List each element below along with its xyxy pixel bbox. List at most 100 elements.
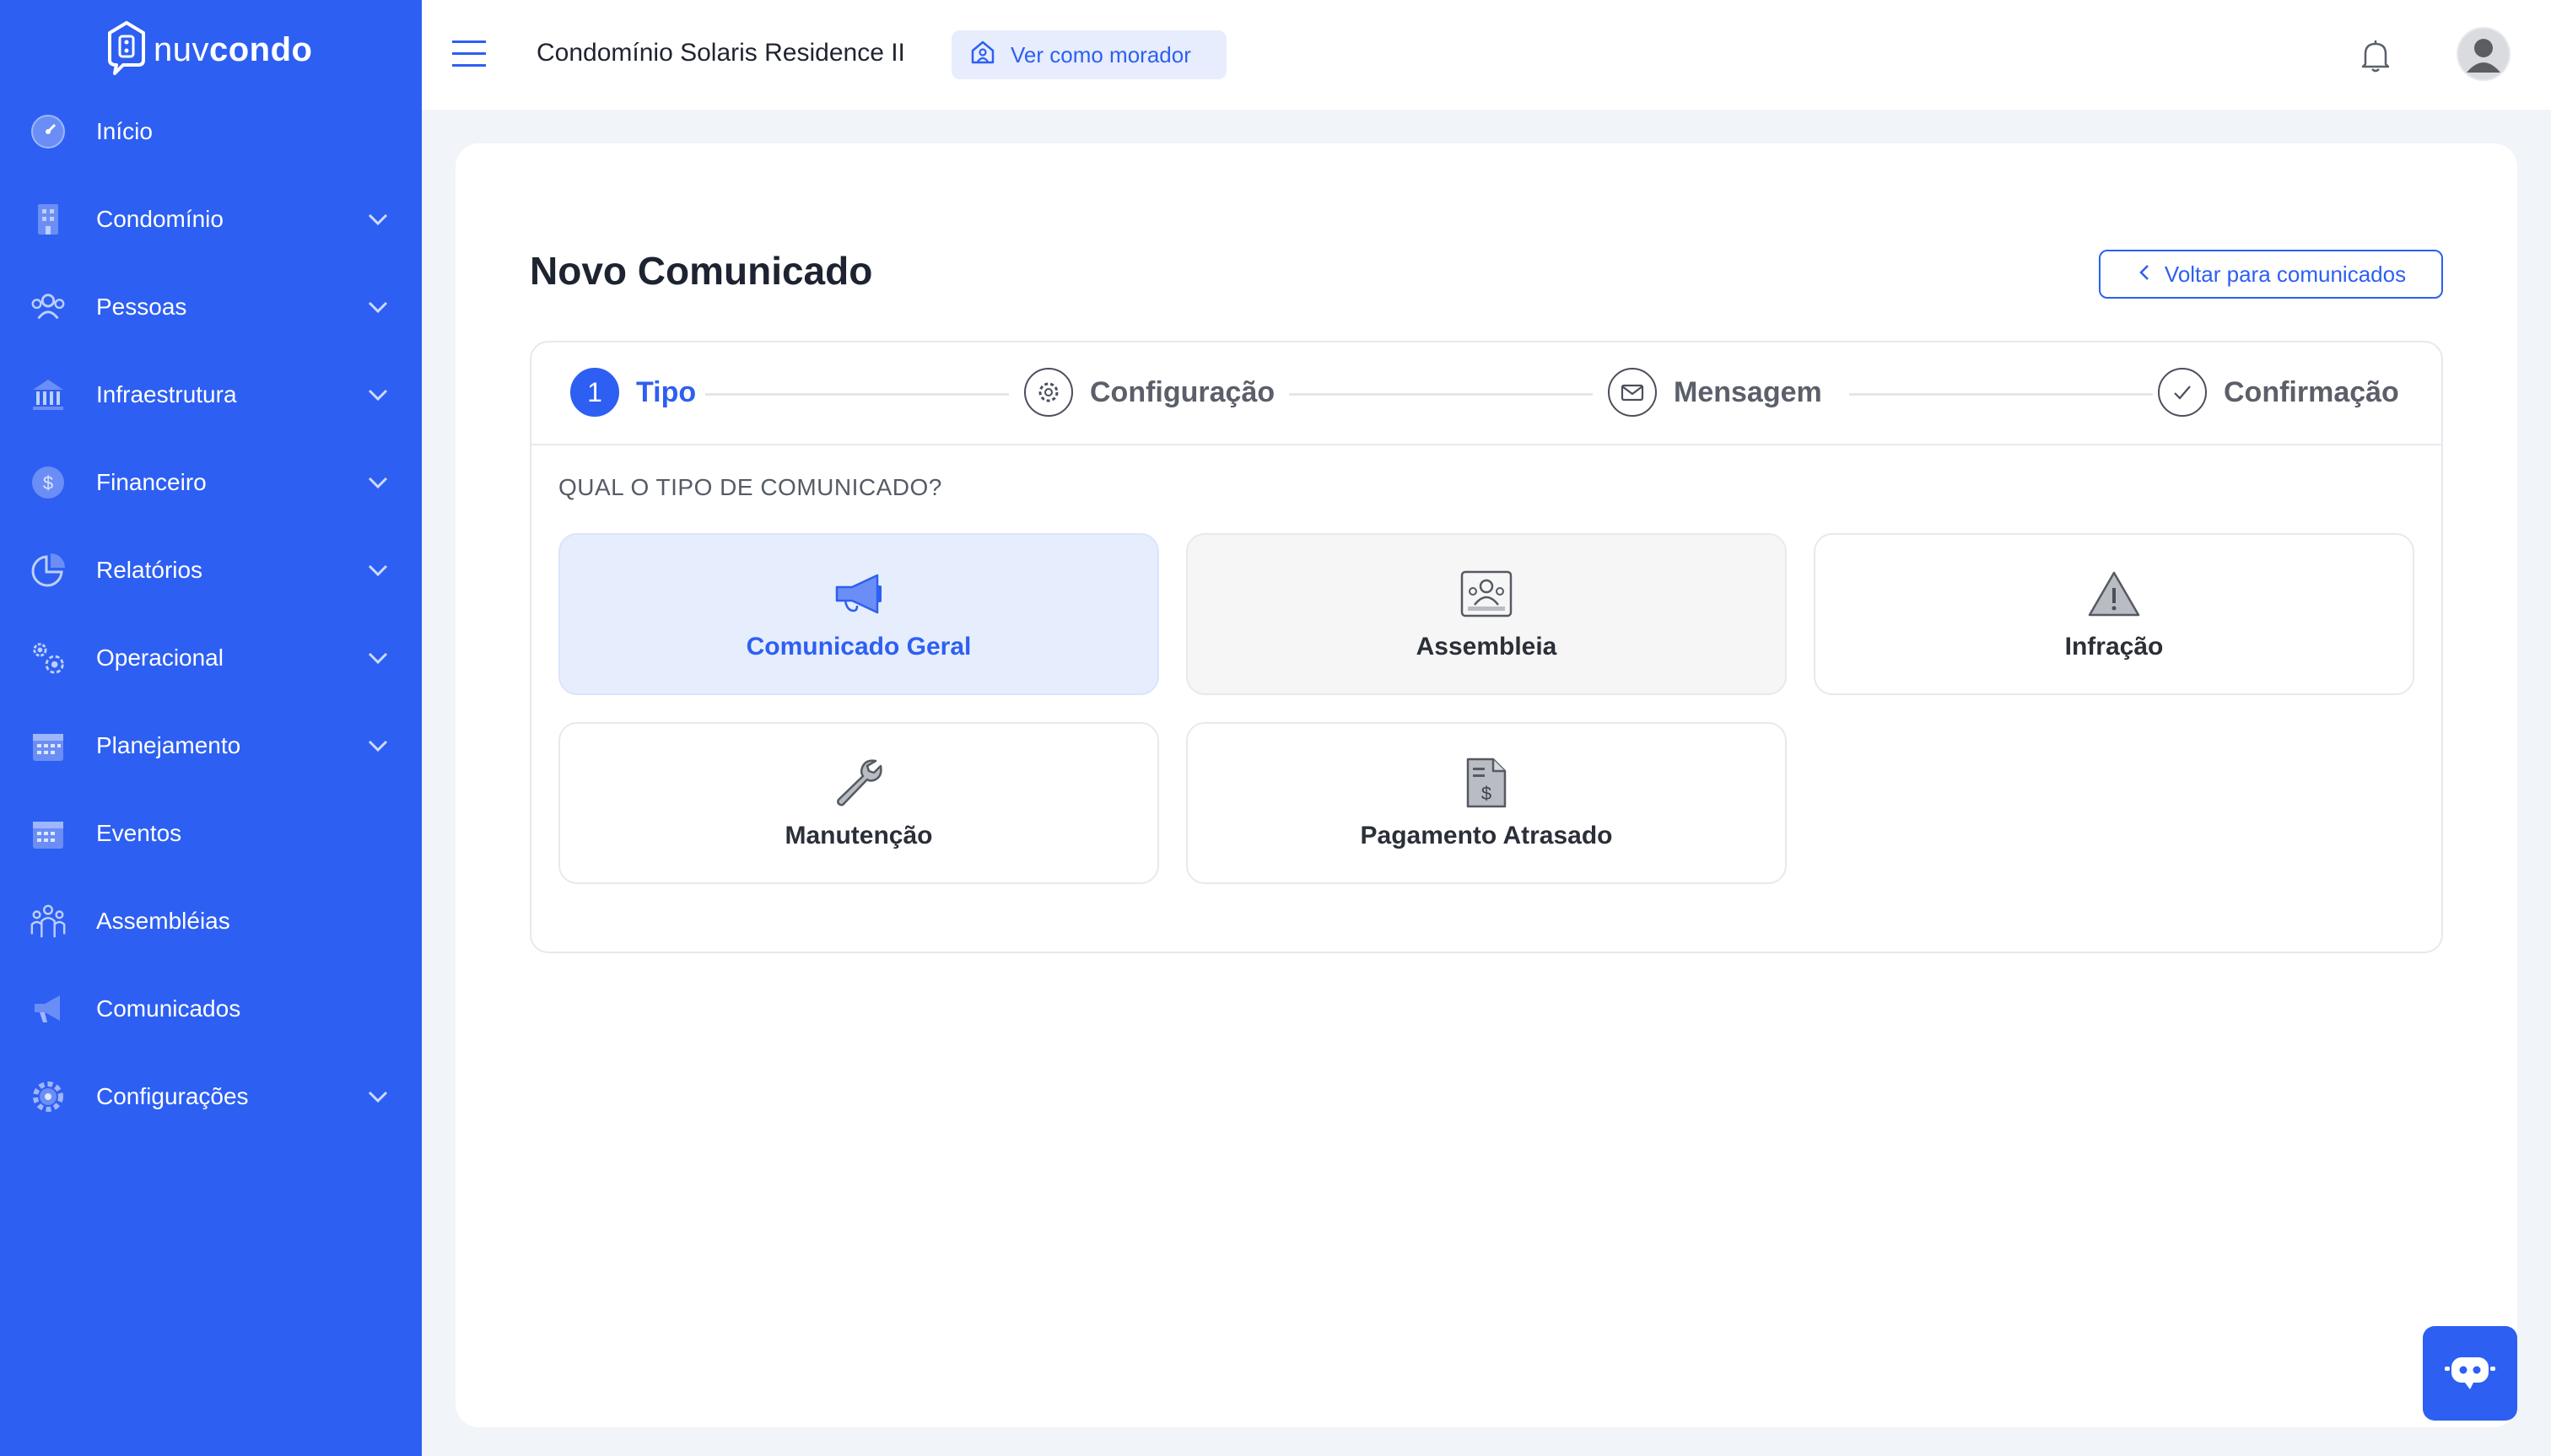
step-connector bbox=[705, 393, 1009, 396]
chevron-down-icon[interactable] bbox=[363, 467, 393, 498]
main-card: Novo Comunicado Voltar para comunicados … bbox=[456, 143, 2517, 1427]
avatar[interactable] bbox=[2457, 27, 2511, 81]
chevron-down-icon[interactable] bbox=[363, 731, 393, 761]
sidebar: nuvcondo Início Condomínio Pessoas Infra… bbox=[0, 0, 422, 1456]
chatbot-button[interactable] bbox=[2423, 1326, 2517, 1421]
building-icon bbox=[29, 200, 67, 239]
step-label: Tipo bbox=[636, 375, 697, 408]
step-connector bbox=[1289, 393, 1593, 396]
option-label: Pagamento Atrasado bbox=[1360, 822, 1613, 849]
sidebar-item-infraestrutura[interactable]: Infraestrutura bbox=[0, 351, 422, 439]
sidebar-item-label: Eventos bbox=[96, 820, 182, 846]
svg-text:$: $ bbox=[43, 472, 53, 493]
option-infracao[interactable]: Infração bbox=[1814, 533, 2414, 695]
option-comunicado-geral[interactable]: Comunicado Geral bbox=[558, 533, 1159, 695]
view-as-resident-label: Ver como morador bbox=[1011, 41, 1191, 67]
page-title: Novo Comunicado bbox=[530, 249, 873, 293]
chevron-down-icon[interactable] bbox=[363, 555, 393, 585]
sidebar-item-assembleias[interactable]: Assembléias bbox=[0, 877, 422, 965]
wizard-steps: 1 Tipo Configuração Mensagem Confirmação bbox=[531, 342, 2441, 445]
step-mensagem[interactable]: Mensagem bbox=[1608, 368, 1822, 417]
sidebar-item-planejamento[interactable]: Planejamento bbox=[0, 702, 422, 790]
sidebar-item-label: Planejamento bbox=[96, 732, 241, 758]
people-icon bbox=[29, 288, 67, 326]
option-label: Comunicado Geral bbox=[746, 633, 972, 661]
chevron-down-icon[interactable] bbox=[363, 204, 393, 235]
logo-suffix: condo bbox=[209, 30, 313, 68]
step-label: Configuração bbox=[1090, 375, 1276, 408]
sidebar-item-label: Financeiro bbox=[96, 469, 207, 495]
warning-icon bbox=[2087, 567, 2141, 621]
assembly-icon bbox=[29, 902, 67, 941]
calendar-grid-icon bbox=[29, 814, 67, 853]
megaphone-icon bbox=[29, 990, 67, 1028]
step-confirmacao[interactable]: Confirmação bbox=[2158, 368, 2399, 417]
svg-text:$: $ bbox=[1481, 783, 1491, 804]
back-to-announcements-button[interactable]: Voltar para comunicados bbox=[2099, 250, 2443, 299]
gear-icon bbox=[1024, 368, 1073, 417]
sidebar-item-financeiro[interactable]: $ Financeiro bbox=[0, 439, 422, 526]
sidebar-item-label: Operacional bbox=[96, 644, 224, 671]
sidebar-item-pessoas[interactable]: Pessoas bbox=[0, 263, 422, 351]
menu-icon[interactable] bbox=[450, 35, 488, 73]
gear-icon bbox=[29, 1077, 67, 1116]
home-user-icon bbox=[970, 40, 995, 71]
question-label: QUAL O TIPO DE COMUNICADO? bbox=[558, 474, 942, 500]
gears-icon bbox=[29, 639, 67, 677]
sidebar-item-label: Pessoas bbox=[96, 294, 187, 320]
invoice-icon: $ bbox=[1459, 756, 1513, 810]
check-icon bbox=[2158, 368, 2207, 417]
view-as-resident-button[interactable]: Ver como morador bbox=[952, 30, 1227, 79]
chevron-left-icon bbox=[2136, 262, 2155, 288]
step-number: 1 bbox=[570, 368, 619, 417]
sidebar-item-relatorios[interactable]: Relatórios bbox=[0, 526, 422, 614]
option-label: Manutenção bbox=[785, 822, 933, 849]
option-label: Assembleia bbox=[1416, 633, 1557, 661]
logo-icon bbox=[106, 20, 147, 79]
step-label: Confirmação bbox=[2224, 375, 2399, 408]
step-tipo[interactable]: 1 Tipo bbox=[570, 368, 696, 417]
sidebar-item-label: Infraestrutura bbox=[96, 381, 237, 407]
logo-text: nuvcondo bbox=[154, 31, 312, 69]
sidebar-item-label: Assembléias bbox=[96, 908, 230, 934]
calendar-icon bbox=[29, 726, 67, 765]
brand-logo[interactable]: nuvcondo bbox=[106, 20, 312, 79]
chevron-down-icon[interactable] bbox=[363, 643, 393, 673]
condo-name: Condomínio Solaris Residence II bbox=[537, 39, 905, 67]
topbar: Condomínio Solaris Residence II Ver como… bbox=[422, 0, 2551, 110]
sidebar-item-operacional[interactable]: Operacional bbox=[0, 614, 422, 702]
chevron-down-icon[interactable] bbox=[363, 292, 393, 322]
megaphone-icon bbox=[832, 567, 886, 621]
chevron-down-icon[interactable] bbox=[363, 1081, 393, 1112]
sidebar-item-label: Relatórios bbox=[96, 557, 203, 583]
sidebar-item-comunicados[interactable]: Comunicados bbox=[0, 965, 422, 1053]
step-configuracao[interactable]: Configuração bbox=[1024, 368, 1275, 417]
step-connector bbox=[1849, 393, 2153, 396]
option-manutencao[interactable]: Manutenção bbox=[558, 722, 1159, 884]
sidebar-item-eventos[interactable]: Eventos bbox=[0, 790, 422, 877]
option-pagamento-atrasado[interactable]: $ Pagamento Atrasado bbox=[1186, 722, 1787, 884]
sidebar-item-configuracoes[interactable]: Configurações bbox=[0, 1053, 422, 1141]
sidebar-item-label: Comunicados bbox=[96, 995, 241, 1022]
wrench-icon bbox=[832, 756, 886, 810]
option-assembleia[interactable]: Assembleia bbox=[1186, 533, 1787, 695]
robot-icon bbox=[2443, 1351, 2497, 1397]
dashboard-icon bbox=[29, 112, 67, 151]
sidebar-nav: Início Condomínio Pessoas Infraestrutura… bbox=[0, 88, 422, 1141]
logo-prefix: nuv bbox=[154, 30, 209, 68]
bell-icon[interactable] bbox=[2357, 37, 2394, 74]
dollar-icon: $ bbox=[29, 463, 67, 502]
sidebar-item-condominio[interactable]: Condomínio bbox=[0, 175, 422, 263]
app-window: nuvcondo Início Condomínio Pessoas Infra… bbox=[0, 0, 2551, 1456]
sidebar-item-label: Configurações bbox=[96, 1083, 249, 1109]
back-label: Voltar para comunicados bbox=[2164, 261, 2407, 287]
option-label: Infração bbox=[2064, 633, 2164, 661]
sidebar-item-inicio[interactable]: Início bbox=[0, 88, 422, 175]
sidebar-item-label: Início bbox=[96, 118, 153, 144]
sidebar-item-label: Condomínio bbox=[96, 206, 224, 232]
bank-icon bbox=[29, 375, 67, 414]
chevron-down-icon[interactable] bbox=[363, 380, 393, 410]
step-label: Mensagem bbox=[1674, 375, 1822, 408]
wizard-panel: 1 Tipo Configuração Mensagem Confirmação… bbox=[530, 341, 2443, 953]
user-frame-icon bbox=[1459, 567, 1513, 621]
